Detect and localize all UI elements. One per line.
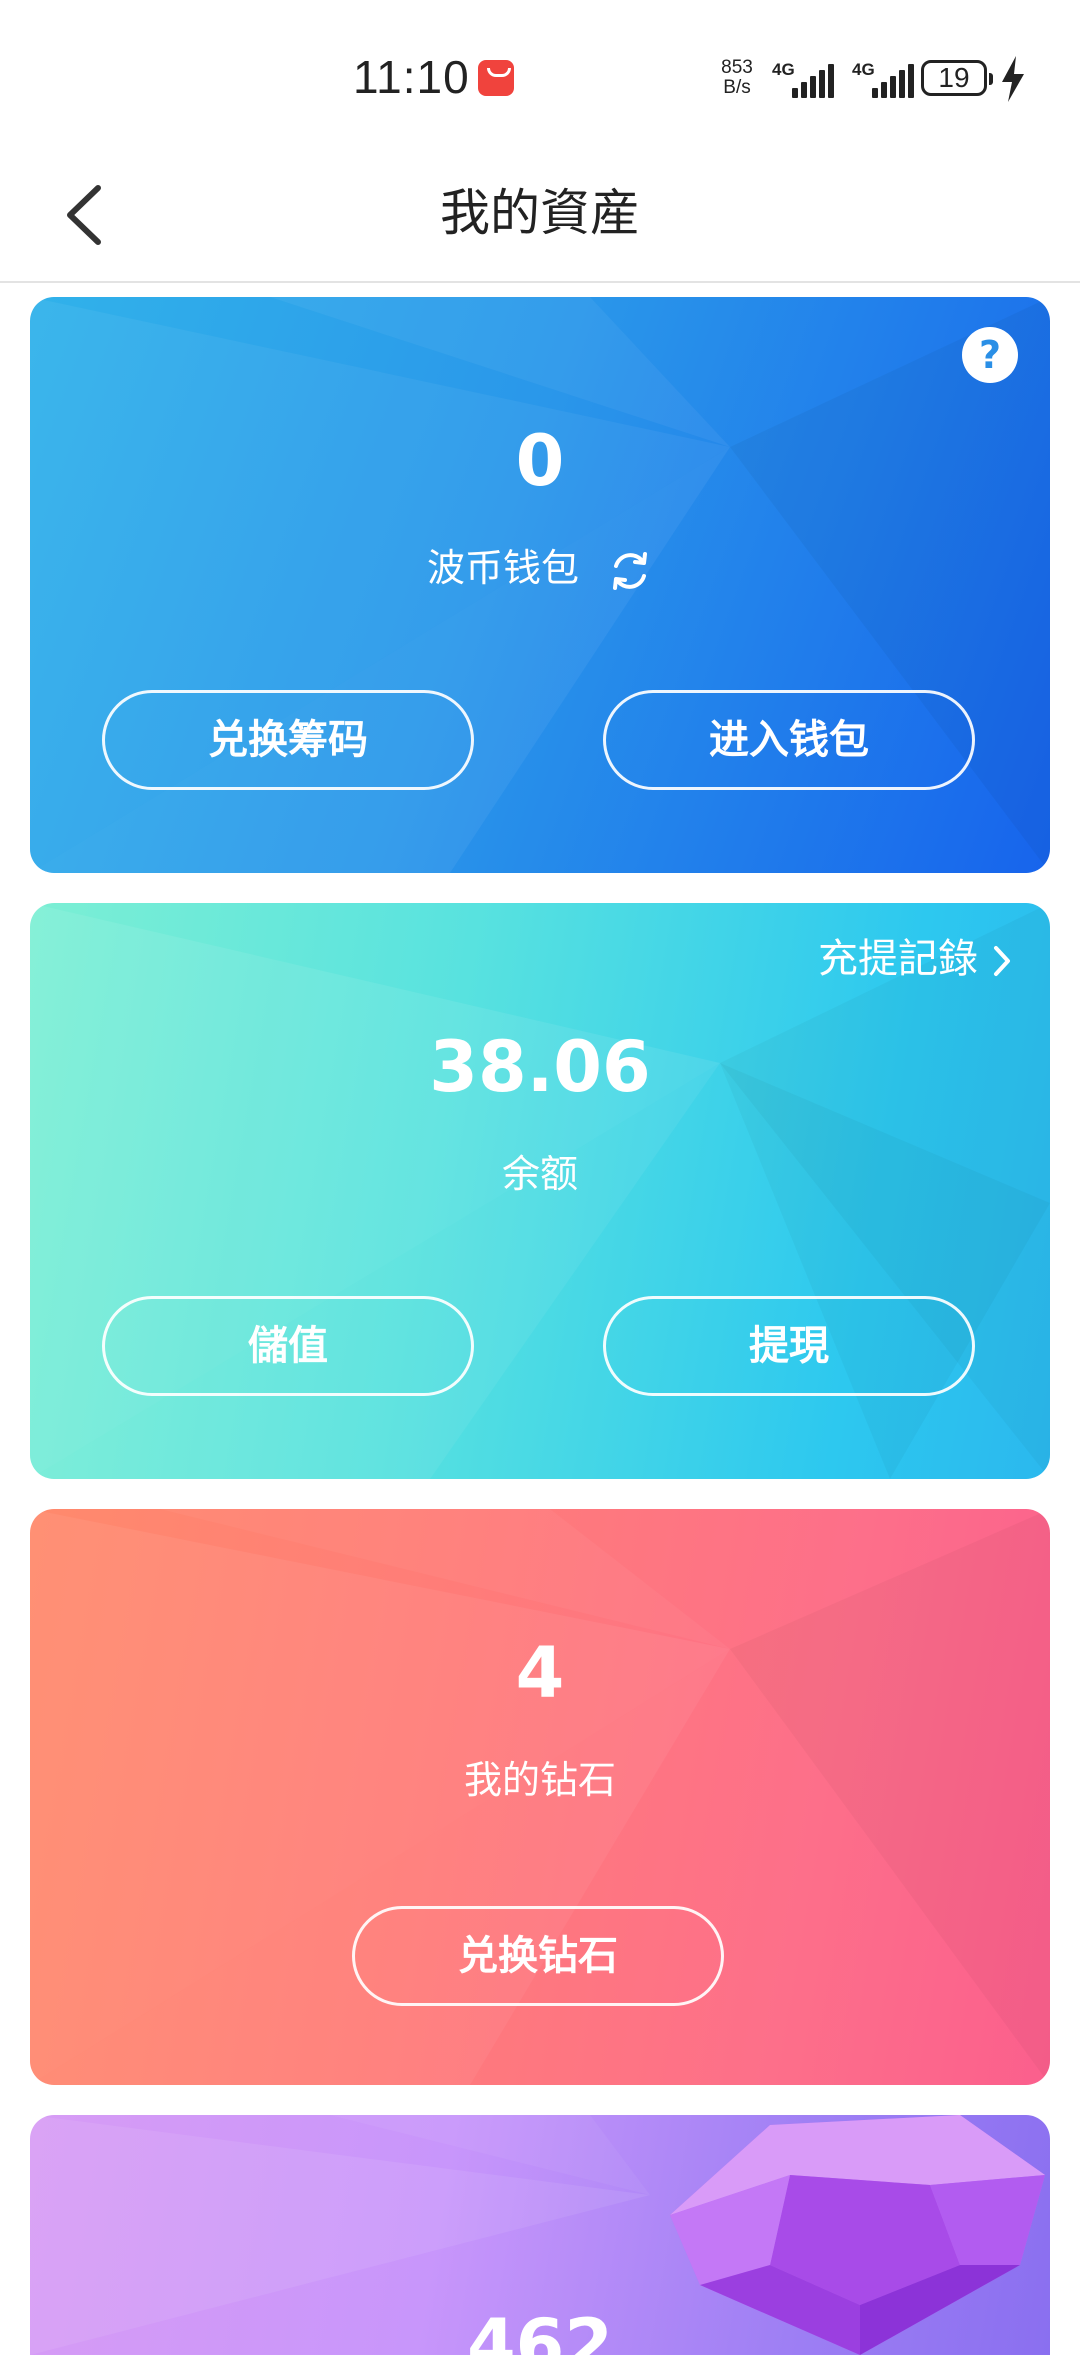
- exchange-chips-button[interactable]: 兑换筹码: [102, 690, 474, 790]
- huawei-app-icon: [478, 60, 514, 96]
- enter-wallet-button[interactable]: 进入钱包: [603, 690, 975, 790]
- diamond-label: 我的钻石: [463, 1758, 616, 1802]
- help-icon[interactable]: ?: [962, 327, 1018, 383]
- balance-label: 余额: [501, 1152, 578, 1196]
- battery-icon: 19: [921, 60, 993, 96]
- page-title: 我的資産: [440, 184, 640, 242]
- gem-count-value: 462: [466, 2304, 614, 2355]
- balance-value: 38.06: [429, 1026, 651, 1108]
- signal-icon-sim2: 4G: [852, 60, 914, 98]
- gem-card: 462: [30, 2115, 1050, 2355]
- signal-icon-sim1: 4G: [772, 60, 834, 98]
- status-time: 11:10: [353, 51, 470, 103]
- wallet-label: 波币钱包: [426, 546, 579, 590]
- sim1-network-tag: 4G: [772, 60, 795, 79]
- diamond-count-value: 4: [515, 1632, 565, 1714]
- deposit-button[interactable]: 儲值: [102, 1296, 474, 1396]
- sim2-network-tag: 4G: [852, 60, 875, 79]
- wallet-label-row: 波币钱包: [30, 543, 1050, 594]
- network-rate: 853 B/s: [716, 58, 758, 98]
- wallet-balance-value: 0: [515, 420, 565, 502]
- network-rate-unit: B/s: [723, 77, 751, 98]
- wallet-card: ? 0 波币钱包 兑换筹码 进入钱包: [30, 297, 1050, 873]
- balance-card: 充提記錄 38.06 余额 儲值 提現: [30, 903, 1050, 1479]
- withdraw-button[interactable]: 提現: [603, 1296, 975, 1396]
- network-rate-value: 853: [721, 57, 753, 78]
- recharge-withdraw-record-link[interactable]: 充提記錄: [818, 929, 1014, 989]
- exchange-diamond-button[interactable]: 兑换钻石: [352, 1906, 724, 2006]
- charging-bolt-icon: [1002, 56, 1024, 102]
- chevron-right-icon: [994, 946, 1010, 976]
- record-link-label: 充提記錄: [818, 936, 978, 982]
- diamond-card: 4 我的钻石 兑换钻石: [30, 1509, 1050, 2085]
- refresh-icon[interactable]: [607, 548, 653, 594]
- status-bar: 11:10 853 B/s 4G 4G 19: [0, 0, 1080, 150]
- app-header: 我的資産: [0, 150, 1080, 283]
